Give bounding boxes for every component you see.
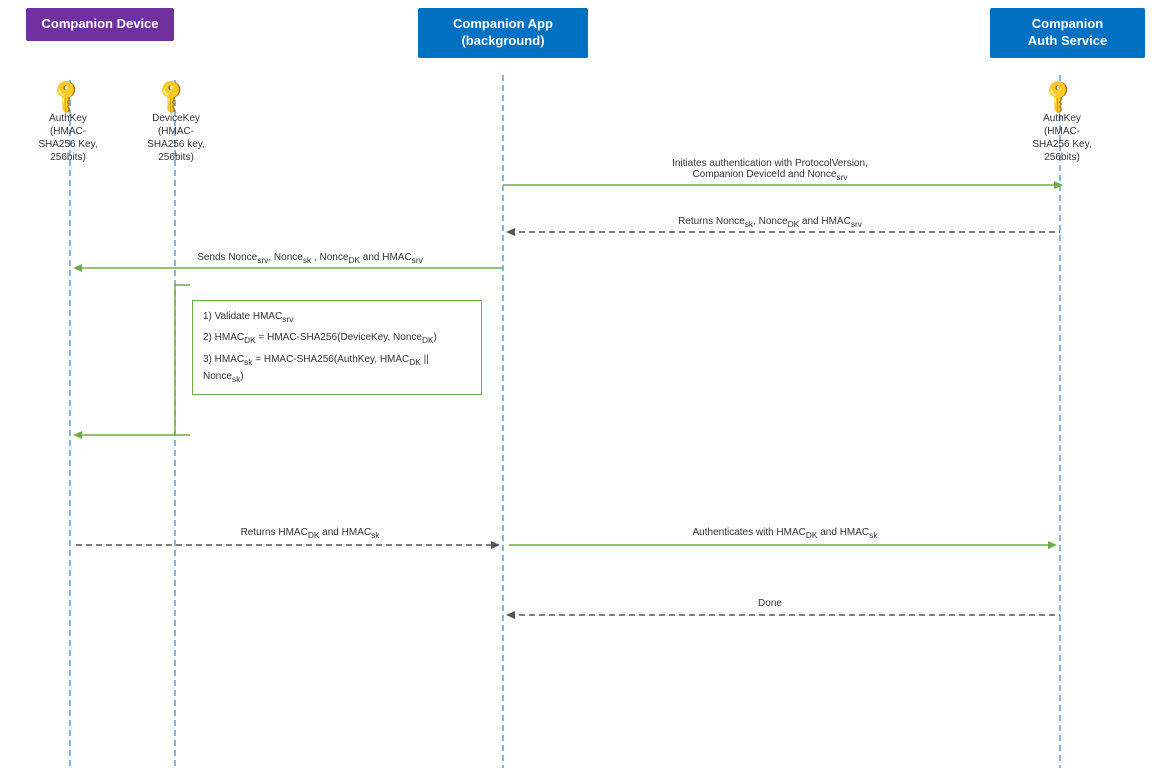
- arrow3-label: Sends Noncesrv, Noncesk , NonceDK and HM…: [140, 252, 480, 265]
- companion-device-header: Companion Device: [26, 8, 174, 41]
- sequence-diagram: Companion Device Companion App(backgroun…: [0, 0, 1172, 768]
- companion-auth-header: CompanionAuth Service: [990, 8, 1145, 58]
- companion-app-header: Companion App(background): [418, 8, 588, 58]
- authkey-device-label: AuthKey(HMAC-SHA256 Key,256bits): [28, 112, 108, 164]
- comp-line-2: 2) HMACDK = HMAC-SHA256(DeviceKey, Nonce…: [203, 330, 471, 347]
- arrow6-label: Authenticates with HMACDK and HMACsk: [560, 527, 1010, 540]
- authkey-auth-label: AuthKey(HMAC-SHA256 Key,256bits): [1022, 112, 1102, 164]
- comp-line-1: 1) Validate HMACsrv: [203, 309, 471, 326]
- devicekey-device-label: DeviceKey(HMAC-SHA256 key,256bits): [136, 112, 216, 164]
- arrow7-label: Done: [670, 598, 870, 609]
- arrow5-label: Returns HMACDK and HMACsk: [140, 527, 480, 540]
- arrow2-label: Returns Noncesk, NonceDK and HMACsrv: [560, 216, 980, 229]
- computation-box: 1) Validate HMACsrv 2) HMACDK = HMAC-SHA…: [192, 300, 482, 395]
- arrow1-label: Initiates authentication with ProtocolVe…: [590, 158, 950, 182]
- comp-line-3: 3) HMACsk = HMAC-SHA256(AuthKey, HMACDK …: [203, 352, 471, 387]
